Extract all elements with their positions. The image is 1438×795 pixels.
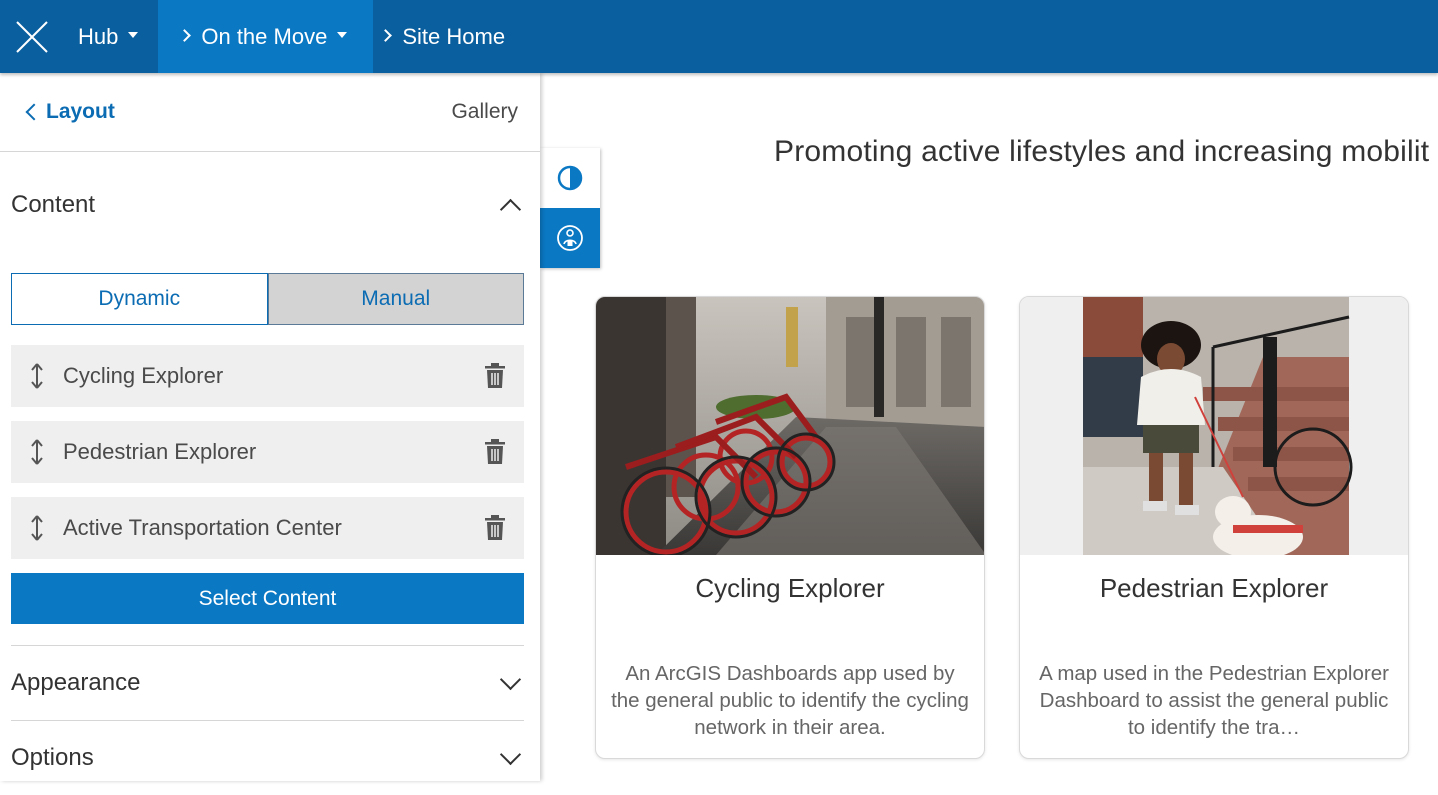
breadcrumb-on-the-move-label: On the Move bbox=[201, 23, 328, 49]
gallery-card-pedestrian-explorer[interactable]: Pedestrian Explorer A map used in the Pe… bbox=[1019, 296, 1409, 759]
options-section-title: Options bbox=[11, 744, 94, 771]
content-section-title: Content bbox=[11, 191, 96, 218]
side-tab-strip bbox=[540, 148, 600, 268]
dynamic-toggle-button[interactable]: Dynamic bbox=[11, 273, 268, 325]
trash-icon[interactable] bbox=[484, 515, 506, 541]
trash-icon[interactable] bbox=[484, 363, 506, 389]
back-to-layout-link[interactable]: Layout bbox=[24, 100, 115, 124]
content-list-item: Pedestrian Explorer bbox=[11, 421, 524, 483]
chevron-up-icon bbox=[499, 198, 522, 220]
card-title: Pedestrian Explorer bbox=[1099, 573, 1329, 603]
breadcrumb-on-the-move[interactable]: On the Move bbox=[158, 0, 374, 73]
card-description: A map used in the Pedestrian Explorer Da… bbox=[1039, 662, 1389, 739]
chevron-down-icon bbox=[499, 743, 522, 765]
caret-down-icon bbox=[337, 31, 348, 38]
card-title: Cycling Explorer bbox=[695, 573, 885, 603]
back-link-label: Layout bbox=[46, 100, 115, 123]
drag-handle-icon[interactable] bbox=[29, 363, 45, 389]
chevron-right-icon bbox=[178, 29, 192, 42]
content-list-item: Active Transportation Center bbox=[11, 497, 524, 559]
manual-toggle-button[interactable]: Manual bbox=[267, 273, 524, 325]
appearance-section-header[interactable]: Appearance bbox=[11, 646, 524, 720]
select-content-button[interactable]: Select Content bbox=[11, 573, 524, 624]
close-button[interactable] bbox=[0, 0, 64, 73]
breadcrumb-hub-label: Hub bbox=[78, 23, 119, 49]
theme-contrast-tab[interactable] bbox=[540, 148, 600, 208]
trash-icon[interactable] bbox=[484, 439, 506, 465]
appearance-section-title: Appearance bbox=[11, 669, 141, 696]
panel-title: Gallery bbox=[451, 100, 518, 123]
content-section-header[interactable]: Content bbox=[11, 152, 524, 258]
contrast-icon bbox=[557, 165, 583, 191]
content-item-label: Pedestrian Explorer bbox=[63, 439, 257, 464]
breadcrumb-hub[interactable]: Hub bbox=[64, 0, 158, 73]
breadcrumb-site-home[interactable]: Site Home bbox=[373, 0, 505, 73]
content-item-list: Cycling Explorer Pedestrian Explorer Act bbox=[11, 345, 524, 559]
accessibility-tab[interactable] bbox=[540, 208, 600, 268]
chevron-right-icon bbox=[379, 29, 393, 42]
chevron-down-icon bbox=[499, 668, 522, 690]
accessibility-lock-icon bbox=[557, 225, 583, 251]
content-section: Content Dynamic Manual Cycling Explorer bbox=[11, 152, 524, 795]
top-navigation-bar: Hub On the Move Site Home bbox=[0, 0, 1438, 73]
gallery-card-cycling-explorer[interactable]: Cycling Explorer An ArcGIS Dashboards ap… bbox=[595, 296, 985, 759]
chevron-left-icon bbox=[25, 103, 43, 121]
drag-handle-icon[interactable] bbox=[29, 439, 45, 465]
content-item-label: Active Transportation Center bbox=[63, 515, 342, 540]
drag-handle-icon[interactable] bbox=[29, 515, 45, 541]
breadcrumb-site-home-label: Site Home bbox=[402, 23, 506, 49]
card-image-bikes bbox=[596, 297, 984, 555]
close-icon bbox=[16, 20, 48, 53]
panel-header: Layout Gallery bbox=[0, 73, 540, 152]
card-image-pedestrian bbox=[1020, 297, 1408, 555]
content-item-label: Cycling Explorer bbox=[63, 363, 224, 388]
site-preview-area: Promoting active lifestyles and increasi… bbox=[540, 73, 1438, 781]
hero-text: Promoting active lifestyles and increasi… bbox=[774, 135, 1430, 168]
options-section-header[interactable]: Options bbox=[11, 721, 524, 795]
content-list-item: Cycling Explorer bbox=[11, 345, 524, 407]
card-description: An ArcGIS Dashboards app used by the gen… bbox=[611, 662, 969, 739]
content-mode-toggle: Dynamic Manual bbox=[11, 273, 524, 325]
caret-down-icon bbox=[128, 31, 139, 38]
gallery-settings-panel: Layout Gallery Content Dynamic Manual Cy… bbox=[0, 73, 540, 781]
